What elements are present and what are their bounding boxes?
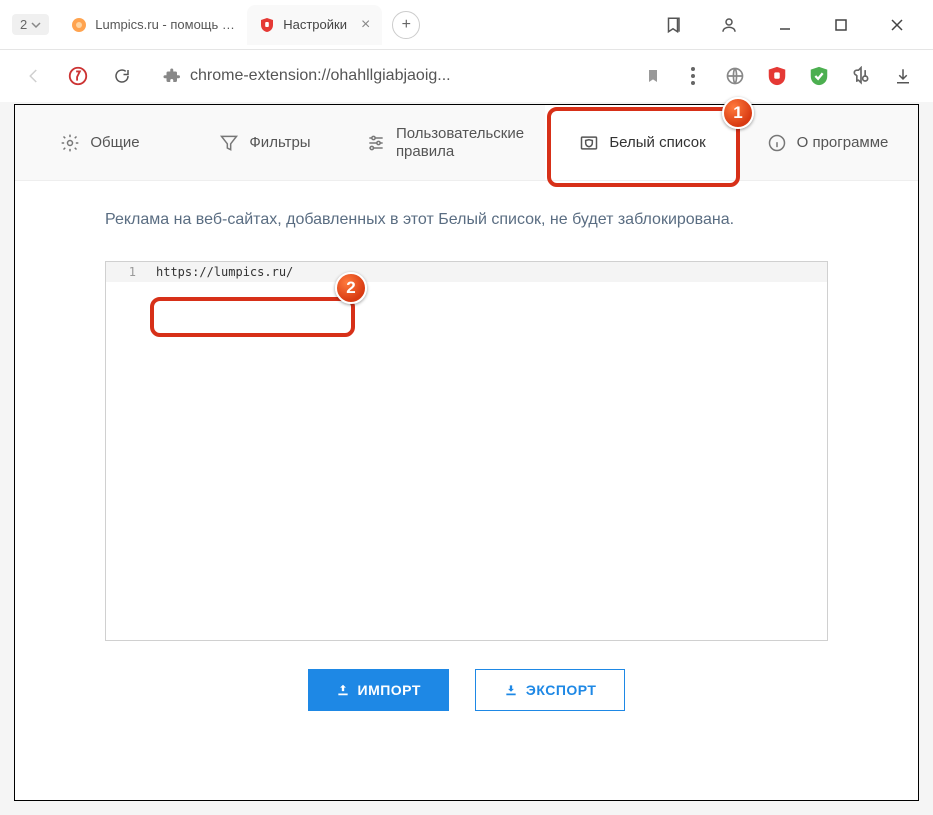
tab-title: Lumpics.ru - помощь с ком (95, 17, 235, 32)
whitelist-editor[interactable]: 1 https://lumpics.ru/ (105, 261, 828, 641)
adblock-favicon-icon (259, 17, 275, 33)
extension-settings-page: Общие Фильтры Пользовательские правила Б… (14, 104, 919, 801)
lumpics-favicon-icon (71, 17, 87, 33)
tab-label: Пользовательские правила (396, 125, 524, 161)
gear-icon (60, 133, 80, 153)
import-button[interactable]: ИМПОРТ (308, 669, 449, 711)
sliders-icon (366, 133, 386, 153)
kebab-menu-icon[interactable] (679, 62, 707, 90)
funnel-icon (219, 133, 239, 153)
whitelist-page-body: Реклама на веб-сайтах, добавленных в это… (15, 181, 918, 731)
account-icon[interactable] (713, 9, 745, 41)
tab-label: Общие (90, 134, 139, 151)
tab-label: Фильтры (249, 134, 310, 151)
tab-group-indicator[interactable]: 2 (12, 14, 49, 35)
feedback-icon[interactable] (847, 62, 875, 90)
close-icon[interactable]: × (361, 16, 370, 34)
bookmarks-bar-icon[interactable] (657, 9, 689, 41)
new-tab-button[interactable]: + (392, 11, 420, 39)
settings-nav-tabs: Общие Фильтры Пользовательские правила Б… (15, 105, 918, 181)
close-window-button[interactable] (881, 9, 913, 41)
translate-extension-icon[interactable] (721, 62, 749, 90)
tab-about[interactable]: О программе (740, 105, 915, 180)
chevron-down-icon (31, 20, 41, 30)
address-bar: chrome-extension://ohahllgiabjaoig... (0, 50, 933, 102)
upload-icon (336, 683, 350, 697)
tab-whitelist[interactable]: Белый список (545, 105, 740, 180)
line-content[interactable]: https://lumpics.ru/ (146, 262, 827, 282)
tab-filters[interactable]: Фильтры (185, 105, 345, 180)
download-icon (504, 683, 518, 697)
toolbar-right-icons (679, 62, 917, 90)
editor-line: 1 https://lumpics.ru/ (106, 262, 827, 282)
whitelist-icon (579, 133, 599, 153)
whitelist-description: Реклама на веб-сайтах, добавленных в это… (105, 209, 828, 231)
import-export-row: ИМПОРТ ЭКСПОРТ (105, 669, 828, 711)
tab-label: Белый список (609, 134, 705, 151)
url-field[interactable]: chrome-extension://ohahllgiabjaoig... (148, 58, 637, 94)
browser-tab-lumpics[interactable]: Lumpics.ru - помощь с ком (59, 5, 247, 45)
tab-user-rules[interactable]: Пользовательские правила (345, 105, 545, 180)
line-number: 1 (106, 262, 146, 282)
yandex-home-button[interactable] (60, 58, 96, 94)
export-button[interactable]: ЭКСПОРТ (475, 669, 626, 711)
button-label: ЭКСПОРТ (526, 682, 597, 698)
tabs-row: Lumpics.ru - помощь с ком Настройки × + (59, 5, 420, 45)
minimize-button[interactable] (769, 9, 801, 41)
browser-tab-settings[interactable]: Настройки × (247, 5, 382, 45)
downloads-icon[interactable] (889, 62, 917, 90)
bookmark-icon[interactable] (645, 68, 661, 84)
adblock-extension-icon[interactable] (763, 62, 791, 90)
back-button[interactable] (16, 58, 52, 94)
tab-label: О программе (797, 134, 889, 151)
reload-button[interactable] (104, 58, 140, 94)
url-text: chrome-extension://ohahllgiabjaoig... (190, 67, 451, 85)
button-label: ИМПОРТ (358, 682, 421, 698)
adguard-extension-icon[interactable] (805, 62, 833, 90)
tab-title: Настройки (283, 17, 347, 32)
extension-icon (162, 67, 180, 85)
browser-titlebar: 2 Lumpics.ru - помощь с ком Настройки × … (0, 0, 933, 50)
info-icon (767, 133, 787, 153)
maximize-button[interactable] (825, 9, 857, 41)
tab-group-count: 2 (20, 17, 27, 32)
titlebar-right (657, 9, 933, 41)
tab-general[interactable]: Общие (15, 105, 185, 180)
